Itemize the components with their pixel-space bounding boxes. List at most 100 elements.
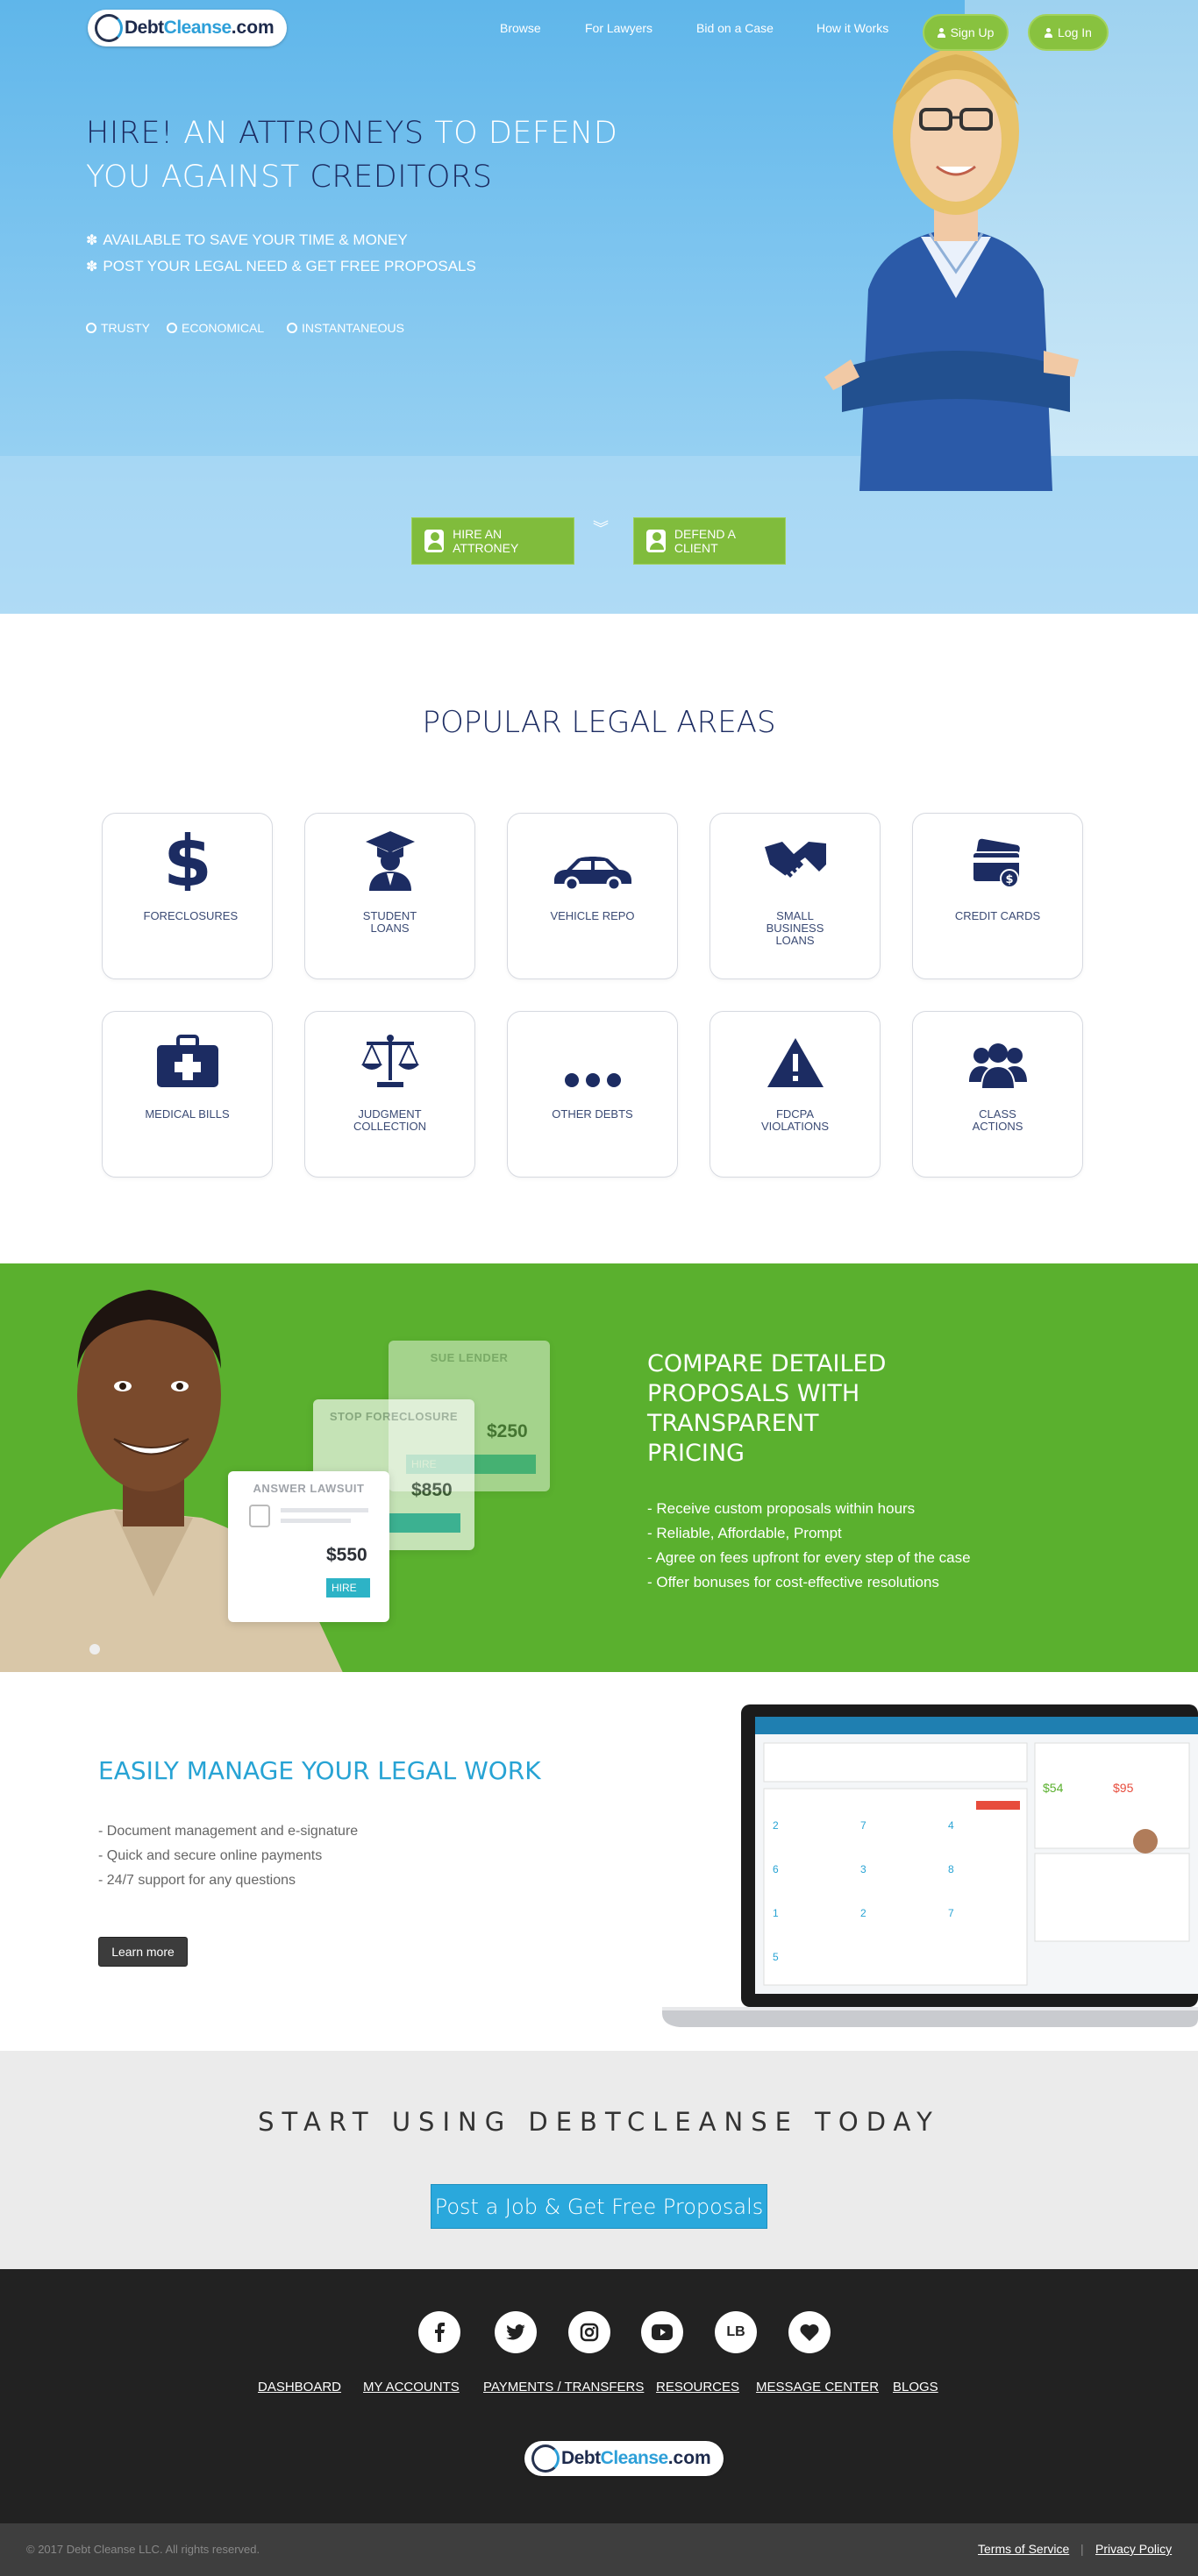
defend-client-button[interactable]: DEFEND A CLIENT bbox=[633, 517, 786, 565]
hire-attorney-button[interactable]: HIRE AN ATTRONEY bbox=[411, 517, 574, 565]
privacy-policy-link[interactable]: Privacy Policy bbox=[1095, 2542, 1172, 2556]
facebook-icon[interactable] bbox=[418, 2311, 460, 2353]
nav-browse[interactable]: Browse bbox=[500, 21, 541, 35]
svg-text:7: 7 bbox=[860, 1819, 866, 1832]
hero-headline-line2: YOU AGAINST CREDITORS bbox=[86, 160, 493, 195]
footer-link-my-accounts[interactable]: MY ACCOUNTS bbox=[363, 2380, 460, 2395]
svg-text:6: 6 bbox=[773, 1863, 779, 1875]
legal-area-card[interactable]: FDCPA VIOLATIONS bbox=[710, 1011, 881, 1178]
legal-area-label: FORECLOSURES bbox=[143, 909, 239, 922]
svg-text:7: 7 bbox=[948, 1907, 954, 1919]
legal-area-card[interactable]: $ FORECLOSURES bbox=[102, 813, 273, 979]
hero-headline-an: AN bbox=[183, 116, 229, 151]
footer-link-blogs[interactable]: BLOGS bbox=[893, 2380, 938, 2395]
svg-text:$54: $54 bbox=[1043, 1781, 1064, 1795]
legal-area-card[interactable]: MEDICAL BILLS bbox=[102, 1011, 273, 1178]
bottom-bar: © 2017 Debt Cleanse LLC. All rights rese… bbox=[0, 2523, 1198, 2576]
learn-more-button[interactable]: Learn more bbox=[98, 1937, 188, 1967]
proposal-card: ANSWER LAWSUIT $550 HIRE bbox=[228, 1471, 389, 1622]
legal-area-label: VEHICLE REPO bbox=[550, 909, 635, 922]
footer: LB DASHBOARD MY ACCOUNTS PAYMENTS / TRAN… bbox=[0, 2269, 1198, 2523]
terms-of-service-link[interactable]: Terms of Service bbox=[978, 2542, 1069, 2556]
svg-text:5: 5 bbox=[773, 1951, 779, 1963]
proposal-price: $250 bbox=[487, 1421, 528, 1441]
legal-area-label: CREDIT CARDS bbox=[954, 909, 1041, 922]
footer-logo[interactable]: Debt Cleanse .com bbox=[524, 2441, 724, 2476]
defend-client-label: DEFEND A CLIENT bbox=[674, 527, 736, 555]
laptop-dashboard-image: $54 $95 2 7 4 6 3 8 1 2 7 5 bbox=[662, 1704, 1198, 2027]
feature-label: TRUSTY bbox=[101, 321, 150, 335]
logo-text-com: .com bbox=[231, 18, 275, 38]
legal-area-label: SMALL BUSINESS LOANS bbox=[766, 909, 824, 947]
proposal-hire-button[interactable]: HIRE bbox=[326, 1578, 370, 1598]
svg-text:3: 3 bbox=[860, 1863, 866, 1875]
nav-how-it-works[interactable]: How it Works bbox=[816, 21, 888, 35]
signup-button[interactable]: Sign Up bbox=[923, 14, 1009, 51]
svg-text:1: 1 bbox=[773, 1907, 779, 1919]
warning-icon bbox=[710, 1012, 880, 1096]
svg-text:2: 2 bbox=[860, 1907, 866, 1919]
legal-area-card[interactable]: JUDGMENT COLLECTION bbox=[304, 1011, 475, 1178]
logo-text-cleanse: Cleanse bbox=[163, 18, 232, 38]
chevron-double-down-icon[interactable]: ︾ bbox=[593, 521, 609, 537]
svg-text:8: 8 bbox=[948, 1863, 954, 1875]
legal-area-card[interactable]: VEHICLE REPO bbox=[507, 813, 678, 979]
feature-economical: ECONOMICAL bbox=[167, 321, 264, 335]
proposal-title: SUE LENDER bbox=[430, 1351, 509, 1364]
footer-separator: | bbox=[1080, 2542, 1084, 2556]
proposal-title: STOP FORECLOSURE bbox=[329, 1410, 459, 1423]
compare-list-item: - Receive custom proposals within hours bbox=[647, 1500, 916, 1517]
footer-link-dashboard[interactable]: DASHBOARD bbox=[258, 2380, 341, 2395]
twitter-icon[interactable] bbox=[495, 2311, 537, 2353]
circle-icon bbox=[167, 323, 177, 333]
legal-area-card[interactable]: $ CREDIT CARDS bbox=[912, 813, 1083, 979]
instagram-icon[interactable] bbox=[568, 2311, 610, 2353]
footer-link-payments[interactable]: PAYMENTS / TRANSFERS bbox=[483, 2380, 644, 2395]
logo-ring-icon bbox=[531, 2444, 560, 2473]
nav-for-lawyers[interactable]: For Lawyers bbox=[585, 21, 652, 35]
ellipsis-icon bbox=[508, 1012, 677, 1096]
hire-attorney-label: HIRE AN ATTRONEY bbox=[453, 527, 519, 555]
footer-link-resources[interactable]: RESOURCES bbox=[656, 2380, 739, 2395]
hero-headline-hire: HIRE! bbox=[86, 116, 174, 151]
placeholder-line bbox=[281, 1519, 351, 1523]
footer-link-message-center[interactable]: MESSAGE CENTER bbox=[756, 2380, 879, 2395]
login-button[interactable]: Log In bbox=[1028, 14, 1109, 51]
heart-icon[interactable] bbox=[788, 2311, 831, 2353]
legal-area-label: JUDGMENT COLLECTION bbox=[353, 1107, 427, 1133]
graduate-icon bbox=[305, 814, 474, 898]
user-icon bbox=[937, 27, 945, 38]
hero-bullet: ✽ AVAILABLE TO SAVE YOUR TIME & MONEY bbox=[86, 231, 408, 249]
hero-headline-creditors: CREDITORS bbox=[310, 160, 493, 195]
legal-area-card[interactable]: SMALL BUSINESS LOANS bbox=[710, 813, 881, 979]
feature-instantaneous: INSTANTANEOUS bbox=[287, 321, 404, 335]
signup-label: Sign Up bbox=[950, 25, 995, 39]
proposal-title: ANSWER LAWSUIT bbox=[253, 1482, 365, 1495]
compare-title-line: PRICING bbox=[647, 1440, 745, 1467]
person-icon bbox=[646, 530, 666, 552]
manage-title: EASILY MANAGE YOUR LEGAL WORK bbox=[98, 1756, 541, 1785]
logo[interactable]: Debt Cleanse .com bbox=[88, 10, 287, 46]
nav-bid-on-a-case[interactable]: Bid on a Case bbox=[696, 21, 774, 35]
manage-list-item: - Document management and e-signature bbox=[98, 1824, 359, 1839]
hero-woman-image bbox=[824, 48, 1079, 491]
group-icon bbox=[913, 1012, 1082, 1096]
logo-text-com: .com bbox=[667, 2448, 711, 2468]
manage-list-item: - 24/7 support for any questions bbox=[98, 1873, 296, 1888]
legal-area-card[interactable]: CLASS ACTIONS bbox=[912, 1011, 1083, 1178]
lb-icon[interactable]: LB bbox=[715, 2311, 757, 2353]
person-icon bbox=[249, 1505, 270, 1527]
dollar-icon: $ bbox=[103, 814, 272, 898]
post-job-button[interactable]: Post a Job & Get Free Proposals bbox=[431, 2184, 767, 2229]
circle-icon bbox=[287, 323, 297, 333]
svg-text:2: 2 bbox=[773, 1819, 779, 1832]
lb-icon-text: LB bbox=[726, 2324, 745, 2339]
proposal-price: $550 bbox=[326, 1545, 367, 1565]
manage-list-item: - Quick and secure online payments bbox=[98, 1848, 323, 1863]
youtube-icon[interactable] bbox=[641, 2311, 683, 2353]
legal-area-card[interactable]: OTHER DEBTS bbox=[507, 1011, 678, 1178]
compare-list-item: - Agree on fees upfront for every step o… bbox=[647, 1549, 971, 1566]
hero-headline-you-against: YOU AGAINST bbox=[86, 160, 300, 195]
proposal-price: $850 bbox=[411, 1480, 453, 1500]
legal-area-card[interactable]: STUDENT LOANS bbox=[304, 813, 475, 979]
